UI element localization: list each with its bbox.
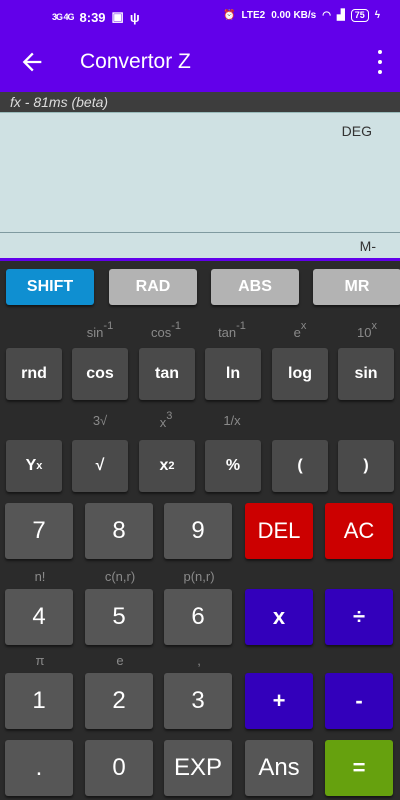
multiply-button[interactable]: x bbox=[245, 589, 313, 645]
digit-2-button[interactable]: 2 bbox=[85, 673, 153, 729]
tan-button[interactable]: tan bbox=[139, 348, 195, 400]
secondary-label-exp: ex bbox=[293, 320, 307, 340]
status-bar: 3G 4G 8:39 ▣ ψ ⏰ LTE2 0.00 KB/s ◠ ▟ 75 ϟ bbox=[0, 0, 400, 32]
ans-button[interactable]: Ans bbox=[245, 740, 313, 796]
secondary-label-pow10: 10x bbox=[357, 320, 377, 340]
all-clear-button[interactable]: AC bbox=[325, 503, 393, 559]
open-paren-button[interactable]: ( bbox=[272, 440, 328, 492]
abs-button[interactable]: ABS bbox=[211, 269, 299, 305]
digit-0-button[interactable]: 0 bbox=[85, 740, 153, 796]
timing-status: fx - 81ms (beta) bbox=[0, 92, 400, 112]
sin-button[interactable]: sin bbox=[338, 348, 394, 400]
power-button[interactable]: Yx bbox=[6, 440, 62, 492]
digit-8-button[interactable]: 8 bbox=[85, 503, 153, 559]
rnd-button[interactable]: rnd bbox=[6, 348, 62, 400]
wifi-icon: ◠ bbox=[322, 10, 331, 21]
close-paren-button[interactable]: ) bbox=[338, 440, 394, 492]
log-button[interactable]: log bbox=[272, 348, 328, 400]
mr-button[interactable]: MR bbox=[313, 269, 400, 305]
digit-3-button[interactable]: 3 bbox=[164, 673, 232, 729]
secondary-label-comma: , bbox=[197, 653, 201, 668]
battery-icon: 75 bbox=[350, 9, 369, 22]
secondary-label-asin: sin-1 bbox=[86, 320, 114, 340]
digit-1-button[interactable]: 1 bbox=[5, 673, 73, 729]
display-divider bbox=[0, 232, 400, 233]
secondary-label-permutation: p(n,r) bbox=[183, 569, 215, 584]
display-bottom-border bbox=[0, 258, 400, 261]
app-notification-icon: ▣ bbox=[111, 9, 124, 24]
ln-button[interactable]: ln bbox=[205, 348, 261, 400]
divide-button[interactable]: ÷ bbox=[325, 589, 393, 645]
secondary-label-atan: tan-1 bbox=[218, 320, 246, 340]
angle-mode-indicator: DEG bbox=[341, 123, 372, 139]
add-button[interactable]: + bbox=[245, 673, 313, 729]
sqrt-button[interactable]: √ bbox=[72, 440, 128, 492]
secondary-label-factorial: n! bbox=[34, 569, 46, 584]
secondary-label-acos: cos-1 bbox=[150, 320, 181, 340]
rad-button[interactable]: RAD bbox=[109, 269, 197, 305]
back-arrow-icon[interactable] bbox=[18, 48, 46, 76]
secondary-label-pi: π bbox=[35, 653, 45, 668]
subtract-button[interactable]: - bbox=[325, 673, 393, 729]
equals-button[interactable]: = bbox=[325, 740, 393, 796]
secondary-label-combination: c(n,r) bbox=[104, 569, 136, 584]
alarm-icon: ⏰ bbox=[223, 10, 236, 21]
signal-icon: ▟ bbox=[336, 10, 345, 21]
digit-9-button[interactable]: 9 bbox=[164, 503, 232, 559]
memory-indicator: M- bbox=[359, 238, 376, 254]
digit-6-button[interactable]: 6 bbox=[164, 589, 232, 645]
secondary-label-cube: x3 bbox=[159, 410, 173, 430]
secondary-label-cbrt: 3√ bbox=[92, 413, 108, 428]
app-title: Convertor Z bbox=[80, 50, 191, 73]
digit-7-button[interactable]: 7 bbox=[5, 503, 73, 559]
percent-button[interactable]: % bbox=[205, 440, 261, 492]
secondary-label-reciprocal: 1/x bbox=[223, 413, 241, 428]
shift-button[interactable]: SHIFT bbox=[6, 269, 94, 305]
exp-button[interactable]: EXP bbox=[164, 740, 232, 796]
clock: 8:39 bbox=[79, 9, 106, 25]
digit-5-button[interactable]: 5 bbox=[85, 589, 153, 645]
usb-icon: ψ bbox=[129, 9, 140, 25]
decimal-point-button[interactable]: . bbox=[5, 740, 73, 796]
delete-button[interactable]: DEL bbox=[245, 503, 313, 559]
charging-icon: ϟ bbox=[374, 10, 380, 21]
lte-indicator: LTE2 bbox=[241, 10, 266, 21]
square-button[interactable]: x2 bbox=[139, 440, 195, 492]
calculator-display: DEG M- bbox=[0, 112, 400, 258]
overflow-menu-icon[interactable] bbox=[376, 50, 384, 74]
secondary-label-euler: e bbox=[116, 653, 124, 668]
network-speed: 0.00 KB/s bbox=[271, 10, 317, 21]
app-bar: Convertor Z bbox=[0, 32, 400, 92]
digit-4-button[interactable]: 4 bbox=[5, 589, 73, 645]
network-indicator: 3G 4G bbox=[52, 12, 74, 22]
cos-button[interactable]: cos bbox=[72, 348, 128, 400]
